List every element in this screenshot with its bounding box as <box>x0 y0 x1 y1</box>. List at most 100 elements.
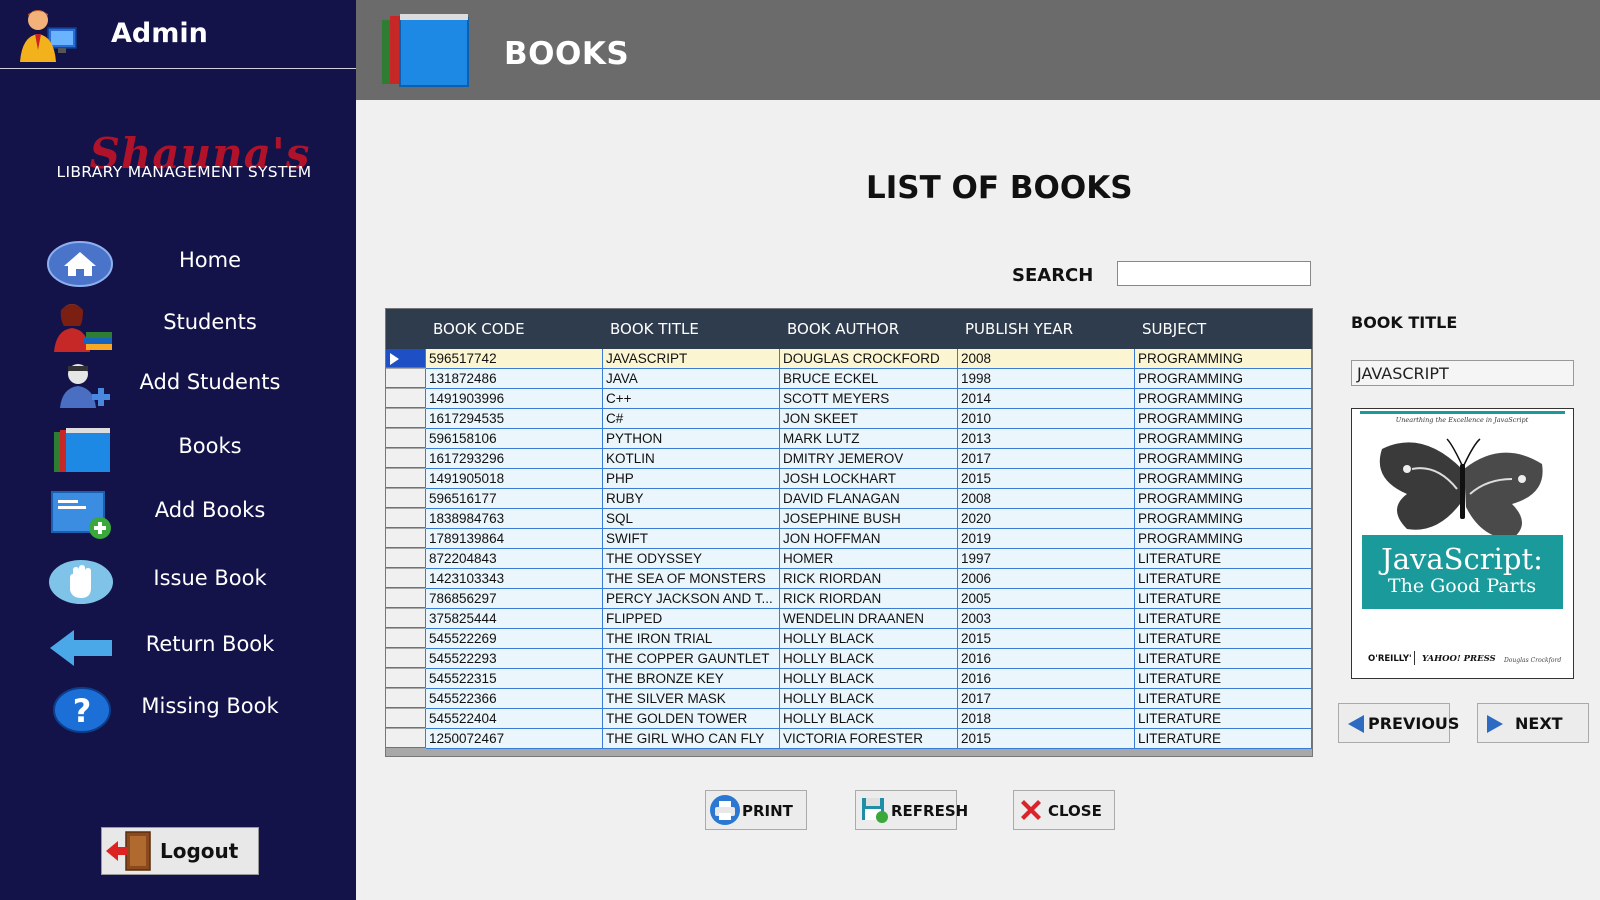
cell-book-code[interactable]: 1491903996 <box>426 389 603 409</box>
print-button[interactable]: PRINT <box>705 790 807 830</box>
cell-book-title[interactable]: FLIPPED <box>603 609 780 629</box>
cell-book-author[interactable]: JOSEPHINE BUSH <box>780 509 958 529</box>
table-row[interactable]: 1491905018 PHP JOSH LOCKHART 2015 PROGRAMMIN… <box>386 469 1312 489</box>
cell-book-title[interactable]: SQL <box>603 509 780 529</box>
column-header-subject[interactable]: SUBJECT <box>1142 320 1206 338</box>
cell-book-code[interactable]: 131872486 <box>426 369 603 389</box>
cell-publish-year[interactable]: 2020 <box>958 509 1135 529</box>
cell-book-author[interactable]: WENDELIN DRAANEN <box>780 609 958 629</box>
cell-subject[interactable]: LITERATURE <box>1135 669 1312 689</box>
column-header-book-title[interactable]: BOOK TITLE <box>610 320 699 338</box>
table-row[interactable]: 1789139864 SWIFT JON HOFFMAN 2019 PROGRAMMIN… <box>386 529 1312 549</box>
cell-book-title[interactable]: THE SILVER MASK <box>603 689 780 709</box>
cell-subject[interactable]: LITERATURE <box>1135 609 1312 629</box>
next-button[interactable]: NEXT <box>1477 703 1589 743</box>
cell-book-code[interactable]: 786856297 <box>426 589 603 609</box>
cell-publish-year[interactable]: 2008 <box>958 349 1135 369</box>
cell-subject[interactable]: LITERATURE <box>1135 549 1312 569</box>
close-button[interactable]: CLOSE <box>1013 790 1115 830</box>
cell-book-author[interactable]: HOLLY BLACK <box>780 709 958 729</box>
table-row[interactable]: 596158106 PYTHON MARK LUTZ 2013 PROGRAMMING <box>386 429 1312 449</box>
row-selector[interactable] <box>386 609 426 628</box>
cell-subject[interactable]: LITERATURE <box>1135 569 1312 589</box>
sidebar-item-missing-book[interactable]: ? Missing Book <box>0 680 356 740</box>
sidebar-item-return-book[interactable]: Return Book <box>0 618 356 678</box>
sidebar-item-issue-book[interactable]: Issue Book <box>0 552 356 612</box>
row-selector[interactable] <box>386 589 426 608</box>
cell-book-code[interactable]: 545522269 <box>426 629 603 649</box>
cell-publish-year[interactable]: 2013 <box>958 429 1135 449</box>
cell-book-title[interactable]: THE GIRL WHO CAN FLY <box>603 729 780 749</box>
cell-subject[interactable]: PROGRAMMING <box>1135 369 1312 389</box>
row-selector[interactable] <box>386 729 426 748</box>
cell-subject[interactable]: PROGRAMMING <box>1135 429 1312 449</box>
cell-publish-year[interactable]: 2005 <box>958 589 1135 609</box>
cell-book-title[interactable]: THE SEA OF MONSTERS <box>603 569 780 589</box>
previous-button[interactable]: PREVIOUS <box>1338 703 1459 743</box>
cell-book-author[interactable]: SCOTT MEYERS <box>780 389 958 409</box>
cell-publish-year[interactable]: 2010 <box>958 409 1135 429</box>
cell-book-author[interactable]: HOLLY BLACK <box>780 669 958 689</box>
cell-subject[interactable]: LITERATURE <box>1135 589 1312 609</box>
cell-book-title[interactable]: PERCY JACKSON AND T... <box>603 589 780 609</box>
cell-book-title[interactable]: RUBY <box>603 489 780 509</box>
cell-book-author[interactable]: DAVID FLANAGAN <box>780 489 958 509</box>
cell-book-code[interactable]: 545522293 <box>426 649 603 669</box>
table-row[interactable]: 375825444 FLIPPED WENDELIN DRAANEN 2003 LITE… <box>386 609 1312 629</box>
table-row[interactable]: 131872486 JAVA BRUCE ECKEL 1998 PROGRAMMING <box>386 369 1312 389</box>
logout-button[interactable]: Logout <box>101 827 259 875</box>
cell-book-title[interactable]: JAVASCRIPT <box>603 349 780 369</box>
sidebar-item-home[interactable]: Home <box>0 234 356 294</box>
refresh-button[interactable]: REFRESH <box>855 790 968 830</box>
cell-book-author[interactable]: HOMER <box>780 549 958 569</box>
row-selector[interactable] <box>386 349 426 368</box>
cell-book-title[interactable]: SWIFT <box>603 529 780 549</box>
cell-book-title[interactable]: C# <box>603 409 780 429</box>
row-selector[interactable] <box>386 469 426 488</box>
table-row[interactable]: 545522366 THE SILVER MASK HOLLY BLACK 2017 L… <box>386 689 1312 709</box>
table-row[interactable]: 596516177 RUBY DAVID FLANAGAN 2008 PROGRAMMI… <box>386 489 1312 509</box>
cell-book-code[interactable]: 545522315 <box>426 669 603 689</box>
row-selector[interactable] <box>386 569 426 588</box>
cell-book-author[interactable]: HOLLY BLACK <box>780 689 958 709</box>
cell-book-title[interactable]: THE COPPER GAUNTLET <box>603 649 780 669</box>
row-selector[interactable] <box>386 489 426 508</box>
table-row[interactable]: 1617294535 C# JON SKEET 2010 PROGRAMMING <box>386 409 1312 429</box>
cell-book-title[interactable]: PYTHON <box>603 429 780 449</box>
cell-book-author[interactable]: JOSH LOCKHART <box>780 469 958 489</box>
cell-book-code[interactable]: 1250072467 <box>426 729 603 749</box>
sidebar-item-add-students[interactable]: Add Students <box>0 356 356 416</box>
table-row[interactable]: 872204843 THE ODYSSEY HOMER 1997 LITERATURE <box>386 549 1312 569</box>
table-row[interactable]: 1617293296 KOTLIN DMITRY JEMEROV 2017 PROGRA… <box>386 449 1312 469</box>
cell-publish-year[interactable]: 2017 <box>958 689 1135 709</box>
row-selector[interactable] <box>386 429 426 448</box>
cell-book-author[interactable]: HOLLY BLACK <box>780 629 958 649</box>
cell-subject[interactable]: LITERATURE <box>1135 729 1312 749</box>
table-row[interactable]: 1491903996 C++ SCOTT MEYERS 2014 PROGRAMMING <box>386 389 1312 409</box>
table-row[interactable]: 545522315 THE BRONZE KEY HOLLY BLACK 2016 LI… <box>386 669 1312 689</box>
cell-book-code[interactable]: 545522366 <box>426 689 603 709</box>
cell-book-author[interactable]: VICTORIA FORESTER <box>780 729 958 749</box>
cell-subject[interactable]: PROGRAMMING <box>1135 389 1312 409</box>
cell-subject[interactable]: PROGRAMMING <box>1135 509 1312 529</box>
row-selector[interactable] <box>386 649 426 668</box>
cell-book-code[interactable]: 596516177 <box>426 489 603 509</box>
cell-subject[interactable]: LITERATURE <box>1135 649 1312 669</box>
cell-book-author[interactable]: JON SKEET <box>780 409 958 429</box>
cell-book-code[interactable]: 545522404 <box>426 709 603 729</box>
cell-book-code[interactable]: 1423103343 <box>426 569 603 589</box>
cell-publish-year[interactable]: 2015 <box>958 629 1135 649</box>
table-row[interactable]: 1838984763 SQL JOSEPHINE BUSH 2020 PROGRAMMI… <box>386 509 1312 529</box>
cell-publish-year[interactable]: 2015 <box>958 469 1135 489</box>
cell-book-code[interactable]: 1789139864 <box>426 529 603 549</box>
cell-subject[interactable]: PROGRAMMING <box>1135 529 1312 549</box>
table-row[interactable]: 545522269 THE IRON TRIAL HOLLY BLACK 2015 LI… <box>386 629 1312 649</box>
sidebar-item-books[interactable]: Books <box>0 420 356 480</box>
cell-book-title[interactable]: C++ <box>603 389 780 409</box>
row-selector[interactable] <box>386 669 426 688</box>
table-row[interactable]: 545522404 THE GOLDEN TOWER HOLLY BLACK 2018… <box>386 709 1312 729</box>
cell-book-author[interactable]: BRUCE ECKEL <box>780 369 958 389</box>
cell-book-code[interactable]: 1617293296 <box>426 449 603 469</box>
cell-subject[interactable]: PROGRAMMING <box>1135 409 1312 429</box>
cell-publish-year[interactable]: 2019 <box>958 529 1135 549</box>
